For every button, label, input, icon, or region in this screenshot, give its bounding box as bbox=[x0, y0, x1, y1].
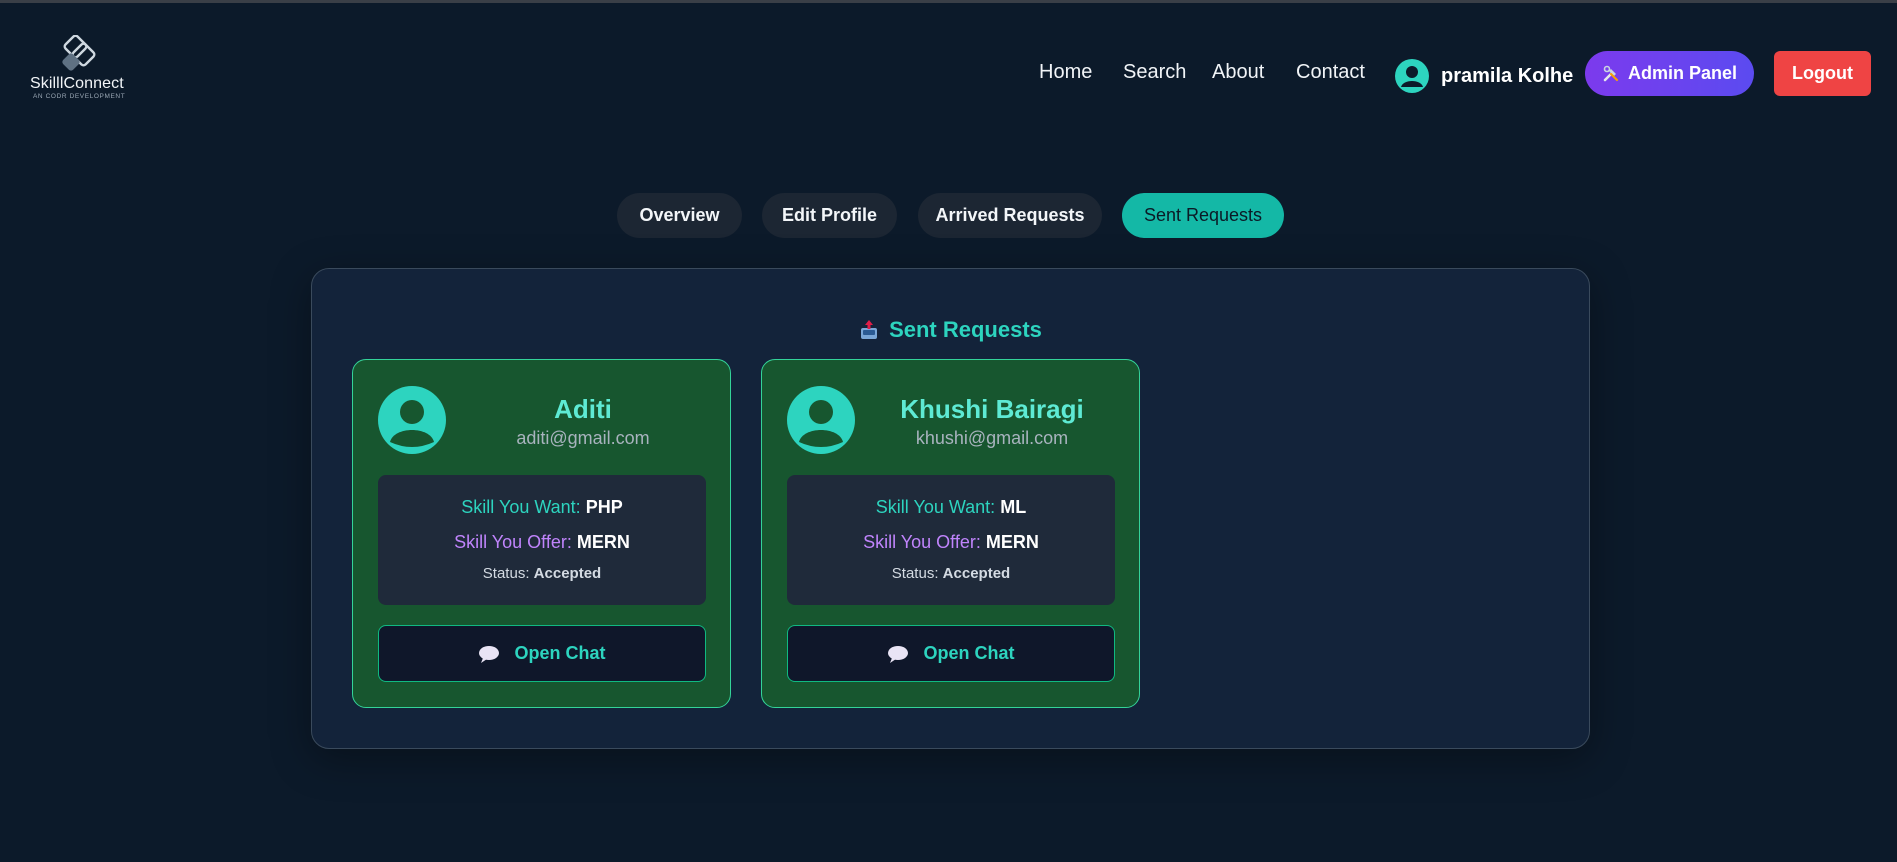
skill-want-label: Skill You Want: bbox=[875, 497, 996, 517]
status-row: Status: Accepted bbox=[378, 565, 706, 582]
panel-title: Sent Requests bbox=[312, 317, 1589, 343]
nav-about-link[interactable]: About bbox=[1212, 61, 1264, 84]
logout-button[interactable]: Logout bbox=[1774, 51, 1871, 96]
open-chat-label: Open Chat bbox=[514, 643, 606, 663]
skill-want-label: Skill You Want: bbox=[461, 497, 581, 517]
request-email: khushi@gmail.com bbox=[915, 428, 1069, 448]
request-name: Khushi Bairagi bbox=[900, 394, 1084, 424]
open-chat-button[interactable]: Open Chat bbox=[787, 625, 1115, 682]
brand-logo[interactable]: SkilllConnect AN CODR DEVELOPMENT bbox=[28, 35, 132, 105]
user-circle-icon bbox=[1395, 59, 1429, 93]
admin-panel-button[interactable]: Admin Panel bbox=[1585, 51, 1754, 96]
tools-icon bbox=[1603, 65, 1619, 81]
status-label: Status: bbox=[891, 565, 939, 582]
skill-details: Skill You Want: PHP Skill You Offer: MER… bbox=[378, 475, 706, 605]
skill-want-row: Skill You Want: ML bbox=[787, 497, 1115, 518]
nav-home-link[interactable]: Home bbox=[1039, 61, 1092, 84]
logo-mark-icon bbox=[62, 35, 96, 71]
tab-arrived-requests[interactable]: Arrived Requests bbox=[918, 193, 1102, 238]
skill-offer-label: Skill You Offer: bbox=[863, 532, 981, 552]
skill-offer-label: Skill You Offer: bbox=[454, 532, 572, 552]
status-label: Status: bbox=[482, 565, 530, 582]
nav-search-link[interactable]: Search bbox=[1123, 61, 1186, 84]
skill-offer-row: Skill You Offer: MERN bbox=[378, 532, 706, 553]
skill-want-value: ML bbox=[1000, 497, 1027, 517]
user-profile[interactable]: pramila Kolhe bbox=[1395, 58, 1573, 94]
user-name: pramila Kolhe bbox=[1441, 64, 1574, 87]
outbox-tray-icon bbox=[861, 320, 878, 339]
request-email: aditi@gmail.com bbox=[516, 428, 650, 448]
skill-offer-row: Skill You Offer: MERN bbox=[787, 532, 1115, 553]
speech-bubble-icon bbox=[888, 645, 909, 663]
request-card: Aditi aditi@gmail.com Skill You Want: PH… bbox=[352, 359, 731, 708]
skill-offer-value: MERN bbox=[985, 532, 1039, 552]
nav-contact-link[interactable]: Contact bbox=[1296, 61, 1365, 84]
request-name: Aditi bbox=[554, 394, 612, 424]
status-badge: Accepted bbox=[533, 565, 602, 582]
request-card: Khushi Bairagi khushi@gmail.com Skill Yo… bbox=[761, 359, 1140, 708]
tab-sent-requests[interactable]: Sent Requests bbox=[1122, 193, 1284, 238]
user-avatar-icon bbox=[378, 386, 446, 454]
sent-requests-panel: Sent Requests Aditi aditi@gmail.com Skil… bbox=[311, 268, 1590, 749]
speech-bubble-icon bbox=[479, 645, 500, 663]
open-chat-button[interactable]: Open Chat bbox=[378, 625, 706, 682]
skill-details: Skill You Want: ML Skill You Offer: MERN… bbox=[787, 475, 1115, 605]
header: SkilllConnect AN CODR DEVELOPMENT Home S… bbox=[0, 3, 1897, 143]
tab-overview[interactable]: Overview bbox=[617, 193, 742, 238]
skill-want-row: Skill You Want: PHP bbox=[378, 497, 706, 518]
panel-title-text: Sent Requests bbox=[889, 317, 1042, 342]
tab-edit-profile[interactable]: Edit Profile bbox=[762, 193, 897, 238]
skill-offer-value: MERN bbox=[576, 532, 630, 552]
brand-name: SkilllConnect bbox=[30, 75, 124, 92]
status-row: Status: Accepted bbox=[787, 565, 1115, 582]
admin-panel-label: Admin Panel bbox=[1627, 63, 1738, 83]
open-chat-label: Open Chat bbox=[923, 643, 1015, 663]
status-badge: Accepted bbox=[942, 565, 1011, 582]
user-avatar-icon bbox=[787, 386, 855, 454]
brand-tagline: AN CODR DEVELOPMENT bbox=[33, 93, 126, 100]
skill-want-value: PHP bbox=[585, 497, 623, 517]
